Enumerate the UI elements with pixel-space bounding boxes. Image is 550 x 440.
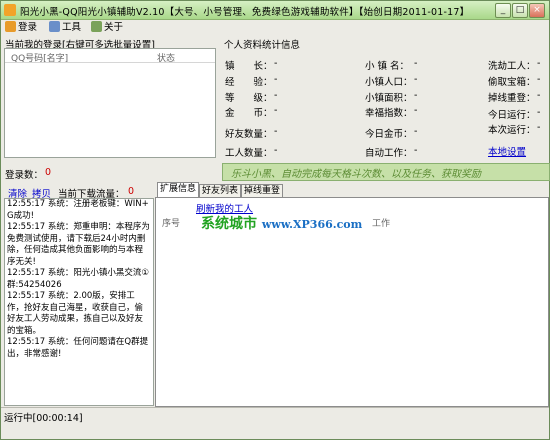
title-bar[interactable]: 阳光小黑-QQ阳光小镇辅助V2.10【大号、小号管理、免费绿色游戏辅助软件】【始… [1, 1, 549, 20]
stat-value: - [537, 74, 541, 85]
stat-value: - [274, 105, 278, 116]
stat-value: - [414, 145, 418, 156]
stat-value: - [537, 90, 541, 101]
stat-value: - [414, 90, 418, 101]
watermark: 系统城市 www.XP366.com [201, 213, 362, 233]
log-line: 12:55:17 系统：阳光小镇小黑交流①群:54254026 [7, 268, 149, 290]
stat-value: - [537, 107, 541, 118]
stat-value: - [537, 122, 541, 133]
col-number-header[interactable]: 序号 [162, 216, 180, 229]
stat-value: - [274, 74, 278, 85]
stat-label: 掉线重登： [488, 93, 536, 104]
stat-label: 小镇人口： [365, 77, 413, 88]
stat-label: 经 验： [225, 77, 273, 88]
stat-value: - [414, 126, 418, 137]
log-line: 12:55:17 系统：2.00版，安排工作，抢好友自己海星，收获自己，偷好友工… [7, 291, 144, 336]
about-icon [91, 21, 102, 32]
stat-label: 幸福指数： [365, 108, 413, 119]
menu-tools[interactable]: 工具 [49, 21, 81, 35]
stat-label: 工人数量： [225, 148, 273, 159]
menu-login-label: 登录 [18, 22, 38, 33]
tab-friend-list[interactable]: 好友列表 [199, 184, 241, 198]
minimize-button[interactable]: _ [495, 3, 511, 18]
promo-banner-text: 乐斗小黑、自动完成每天格斗次数、以及任务、获取奖励 [231, 169, 481, 180]
log-line: 12:55:17 系统：注册老板键：WIN+G成功! [7, 199, 149, 221]
stat-label: 本次运行： [488, 125, 536, 136]
menu-about-label: 关于 [104, 22, 124, 33]
tab-reconnect[interactable]: 掉线重登 [241, 184, 283, 198]
stat-value: - [274, 126, 278, 137]
menu-login[interactable]: 登录 [5, 21, 37, 35]
window-title: 阳光小黑-QQ阳光小镇辅助V2.10【大号、小号管理、免费绿色游戏辅助软件】【始… [20, 7, 470, 18]
menu-bar: 登录 工具 关于 [1, 20, 549, 36]
stat-label: 金 币： [225, 108, 273, 119]
stat-value: - [274, 145, 278, 156]
profile-label: 个人资料统计信息 [224, 40, 301, 51]
log-line: 12:55:17 系统：郑重申明：本程序为免费测试使用，请下载后24小时内删除，… [7, 222, 150, 267]
accounts-list[interactable]: QQ号码[名字] 状态 [4, 48, 216, 158]
tab-extended-info[interactable]: 扩展信息 [157, 182, 199, 198]
system-log[interactable]: 12:55:17 系统：注册老板键：WIN+G成功! 12:55:17 系统：郑… [4, 198, 154, 406]
login-count-value: 0 [45, 167, 52, 178]
maximize-button[interactable]: □ [512, 3, 528, 18]
log-line: 12:55:17 系统：任何问题请在Q群提出，非常感谢! [7, 337, 149, 359]
tools-icon [49, 21, 60, 32]
login-icon [5, 21, 16, 32]
stat-value: - [414, 74, 418, 85]
stat-label: 今日运行： [488, 110, 536, 121]
login-count-label: 登录数： [5, 170, 44, 181]
promo-banner[interactable]: 乐斗小黑、自动完成每天格斗次数、以及任务、获取奖励 [222, 163, 550, 181]
stat-label: 小镇面积： [365, 93, 413, 104]
header-divider [5, 62, 215, 63]
stat-label: 镇 长： [225, 61, 273, 72]
watermark-url: www.XP366.com [261, 218, 363, 231]
stat-value: - [414, 58, 418, 69]
stat-label: 小 镇 名： [365, 61, 410, 72]
main-window: 阳光小黑-QQ阳光小镇辅助V2.10【大号、小号管理、免费绿色游戏辅助软件】【始… [0, 0, 550, 440]
status-text: 运行中[00:00:14] [4, 413, 83, 424]
stat-value: - [274, 90, 278, 101]
close-button[interactable]: × [529, 3, 545, 18]
stat-label: 偷取宝箱： [488, 77, 536, 88]
stat-label: 好友数量： [225, 129, 273, 140]
stat-label: 洗劫工人： [488, 61, 536, 72]
download-traffic-value: 0 [128, 186, 135, 197]
app-icon [4, 4, 16, 16]
local-settings-link[interactable]: 本地设置 [488, 144, 526, 158]
stat-label: 今日金币： [365, 129, 413, 140]
stat-value: - [274, 58, 278, 69]
status-bar: 运行中[00:00:14] [1, 407, 549, 424]
stat-value: - [414, 105, 418, 116]
stat-value: - [537, 58, 541, 69]
stat-label: 等 级： [225, 93, 273, 104]
stat-label: 自动工作： [365, 148, 413, 159]
menu-about[interactable]: 关于 [91, 21, 123, 35]
watermark-brand: 系统城市 [201, 216, 257, 232]
menu-tools-label: 工具 [62, 22, 82, 33]
col-work-header[interactable]: 工作 [372, 216, 390, 229]
